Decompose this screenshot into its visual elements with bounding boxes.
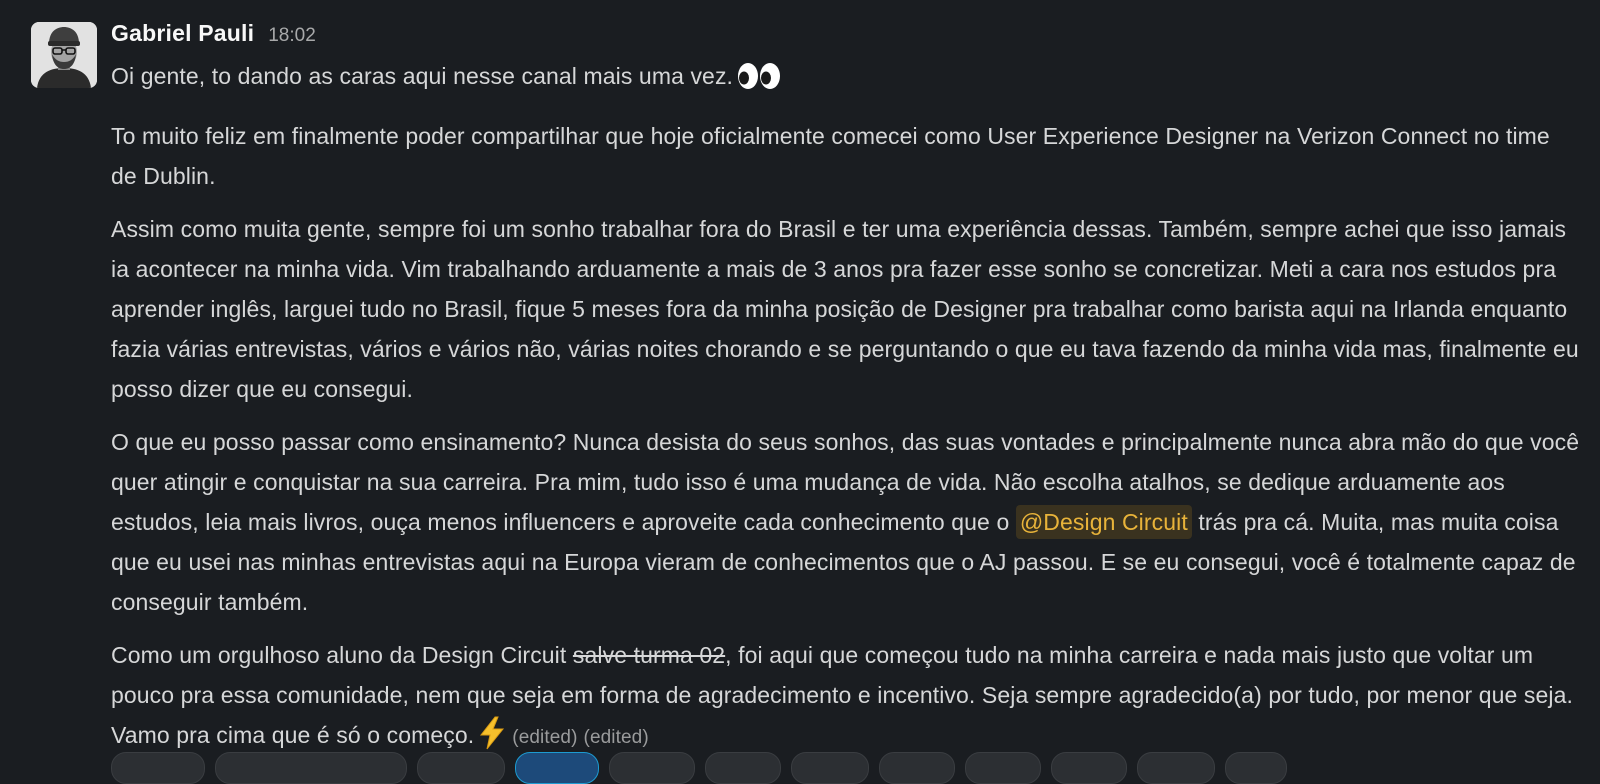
message-content: Gabriel Pauli 18:02 Oi gente, to dando a… [111, 20, 1581, 762]
message-paragraph: Como um orgulhoso aluno da Design Circui… [111, 635, 1581, 762]
eyes-emoji-icon [737, 61, 781, 103]
person-with-glasses-and-beanie-icon [31, 22, 97, 88]
reaction-pill[interactable] [1137, 752, 1215, 784]
edited-label: (edited) [583, 727, 649, 748]
avatar[interactable] [31, 22, 97, 88]
reactions-bar [111, 752, 1287, 784]
message-paragraph: O que eu posso passar como ensinamento? … [111, 422, 1581, 622]
message-paragraph: Oi gente, to dando as caras aqui nesse c… [111, 56, 1581, 103]
strikethrough-text: salve turma 02 [572, 642, 726, 668]
edited-label: (edited) [512, 727, 578, 748]
message: Gabriel Pauli 18:02 Oi gente, to dando a… [0, 0, 1600, 784]
message-timestamp[interactable]: 18:02 [268, 25, 316, 47]
reaction-pill[interactable] [791, 752, 869, 784]
message-paragraph: To muito feliz em finalmente poder compa… [111, 123, 1550, 189]
paragraph-text: Como um orgulhoso aluno da Design Circui… [111, 642, 567, 668]
message-paragraph: Assim como muita gente, sempre foi um so… [111, 216, 1579, 402]
reaction-pill[interactable] [1051, 752, 1127, 784]
reaction-pill[interactable] [111, 752, 205, 784]
paragraph-text: Oi gente, to dando as caras aqui nesse c… [111, 63, 734, 89]
reaction-pill[interactable] [965, 752, 1041, 784]
reaction-pill[interactable] [515, 752, 599, 784]
channel-mention-link[interactable]: @Design Circuit [1015, 505, 1192, 539]
reaction-pill[interactable] [1225, 752, 1287, 784]
author-name[interactable]: Gabriel Pauli [111, 20, 254, 47]
reaction-pill[interactable] [215, 752, 407, 784]
message-header: Gabriel Pauli 18:02 [111, 20, 1581, 56]
reaction-pill[interactable] [705, 752, 781, 784]
reaction-pill[interactable] [879, 752, 955, 784]
reaction-pill[interactable] [609, 752, 695, 784]
reaction-pill[interactable] [417, 752, 505, 784]
